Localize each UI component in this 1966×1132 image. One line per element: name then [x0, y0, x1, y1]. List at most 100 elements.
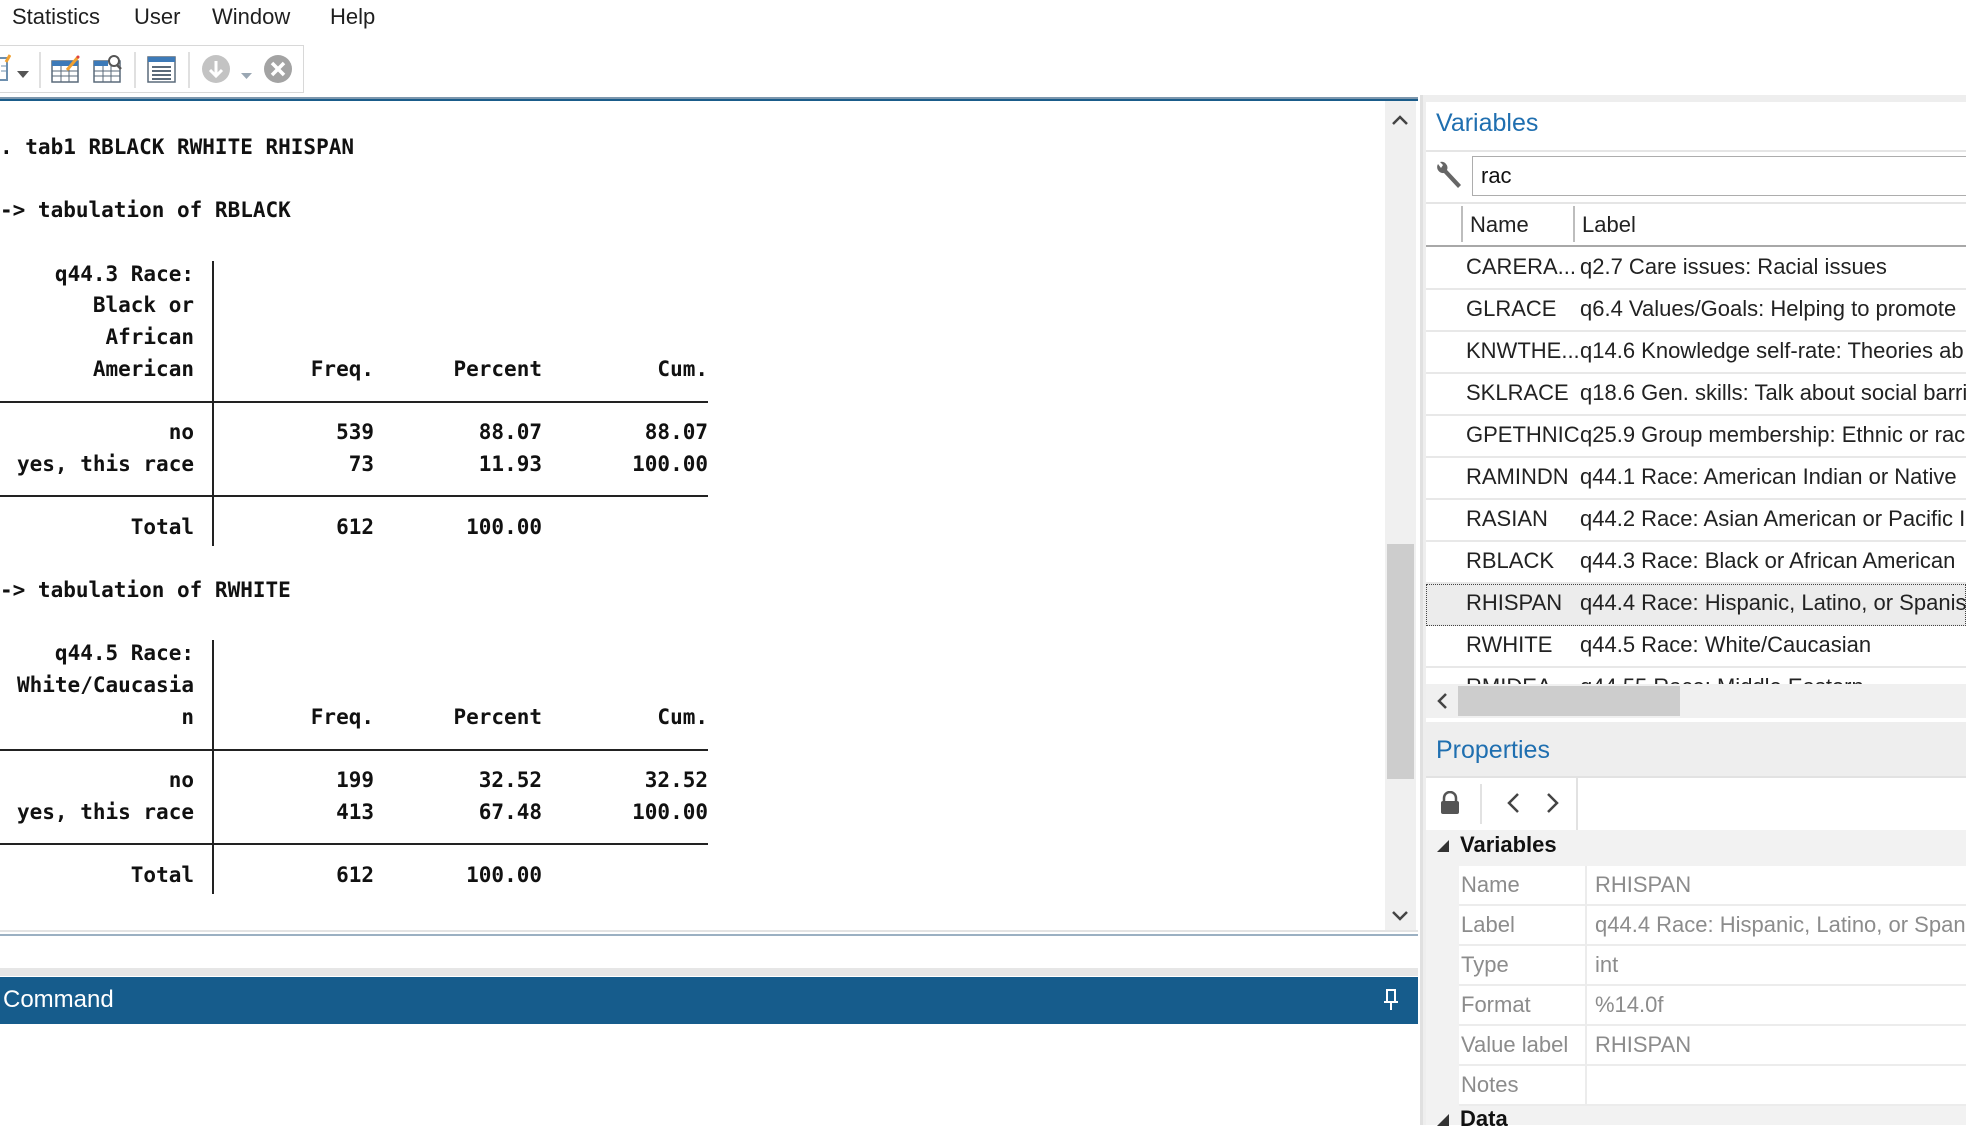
toolbar — [0, 45, 304, 93]
column-header-label[interactable]: Label — [1582, 212, 1636, 238]
table-var-label: White/Caucasia — [16, 673, 194, 697]
data-browser-icon[interactable] — [93, 54, 123, 88]
variables-manager-icon[interactable] — [147, 54, 177, 88]
column-separator[interactable] — [1461, 206, 1463, 242]
table-var-label: Black or — [92, 293, 194, 317]
variable-name: KNWTHE... — [1466, 338, 1580, 363]
command-input[interactable] — [0, 1026, 1422, 1129]
cell-freq: 413 — [336, 800, 374, 824]
property-row[interactable]: Name RHISPAN — [1459, 866, 1966, 906]
menu-user[interactable]: User — [134, 4, 180, 30]
property-row[interactable]: Label q44.4 Race: Hispanic, Latino, or S… — [1459, 906, 1966, 946]
property-row[interactable]: Notes — [1459, 1066, 1966, 1106]
variable-row[interactable]: SKLRACE q18.6 Gen. skills: Talk about so… — [1426, 374, 1966, 416]
wrench-icon[interactable] — [1434, 160, 1464, 196]
property-value: RHISPAN — [1585, 866, 1691, 904]
menu-help[interactable]: Help — [330, 4, 375, 30]
more-icon[interactable] — [201, 54, 231, 88]
column-header-percent: Percent — [453, 705, 542, 729]
variable-row[interactable]: RWHITE q44.5 Race: White/Caucasian — [1426, 626, 1966, 668]
dropdown-arrow-icon[interactable] — [241, 65, 252, 84]
variable-row[interactable]: GLRACE q6.4 Values/Goals: Helping to pro… — [1426, 290, 1966, 332]
menu-statistics[interactable]: Statistics — [12, 4, 100, 30]
variable-name: GLRACE — [1466, 296, 1557, 321]
row-label: yes, this race — [16, 800, 194, 824]
properties-group-variables[interactable]: Variables — [1460, 832, 1557, 858]
property-value: q44.4 Race: Hispanic, Latino, or Spani — [1585, 906, 1966, 944]
results-scrollbar-thumb[interactable] — [1387, 544, 1414, 779]
property-key: Value label — [1461, 1032, 1569, 1057]
results-top-border — [0, 97, 1418, 99]
variable-row[interactable]: KNWTHE... q14.6 Knowledge self-rate: The… — [1426, 332, 1966, 374]
pin-icon[interactable] — [1384, 989, 1398, 1015]
table-rule — [0, 401, 708, 403]
variable-row[interactable]: RMIDEA q44.55 Race: Middle Eastern — [1426, 668, 1966, 684]
column-header-freq: Freq. — [310, 705, 374, 729]
results-bottom-border — [0, 930, 1418, 932]
table-rule — [0, 843, 708, 845]
table-divider — [212, 640, 214, 894]
variable-label: q44.4 Race: Hispanic, Latino, or Spanish — [1580, 590, 1966, 615]
collapse-triangle-icon[interactable] — [1436, 838, 1450, 857]
column-separator[interactable] — [1573, 206, 1575, 242]
cell-cum: 32.52 — [644, 768, 708, 792]
property-value — [1585, 1066, 1595, 1104]
variable-name: GPETHNIC — [1466, 422, 1580, 447]
back-icon[interactable] — [1506, 792, 1520, 818]
property-row[interactable]: Type int — [1459, 946, 1966, 986]
property-key: Label — [1461, 912, 1515, 937]
property-key: Name — [1461, 872, 1520, 897]
break-icon[interactable] — [263, 54, 293, 88]
forward-icon[interactable] — [1546, 792, 1560, 818]
variable-label: q18.6 Gen. skills: Talk about social bar… — [1580, 380, 1966, 405]
variable-row[interactable]: CARERA... q2.7 Care issues: Racial issue… — [1426, 248, 1966, 290]
cell-percent: 32.52 — [478, 768, 542, 792]
data-editor-edit-icon[interactable] — [51, 54, 81, 88]
variable-row[interactable]: GPETHNIC q25.9 Group membership: Ethnic … — [1426, 416, 1966, 458]
property-value: RHISPAN — [1585, 1026, 1691, 1064]
scroll-down-icon[interactable] — [1392, 906, 1408, 925]
column-header-name[interactable]: Name — [1470, 212, 1529, 238]
variable-row[interactable]: RBLACK q44.3 Race: Black or African Amer… — [1426, 542, 1966, 584]
variables-panel-title: Variables — [1436, 109, 1539, 137]
cell-freq: 73 — [348, 452, 374, 476]
menu-window[interactable]: Window — [212, 4, 290, 30]
property-key: Notes — [1461, 1072, 1519, 1097]
table-var-label: q44.5 Race: — [54, 641, 194, 665]
collapse-triangle-icon[interactable] — [1436, 1112, 1450, 1131]
variable-name: RMIDEA — [1466, 674, 1552, 684]
variable-row-selected[interactable]: RHISPAN q44.4 Race: Hispanic, Latino, or… — [1426, 584, 1966, 626]
table-var-label: African — [105, 325, 194, 349]
cell-freq: 539 — [336, 420, 374, 444]
variable-label: q6.4 Values/Goals: Helping to promote — [1580, 296, 1957, 321]
command-window-title: Command — [3, 986, 114, 1013]
properties-group-data[interactable]: Data — [1460, 1106, 1508, 1132]
command-window-header: Command — [0, 977, 1418, 1024]
variable-label: q44.55 Race: Middle Eastern — [1580, 674, 1864, 684]
results-scrollbar[interactable] — [1385, 101, 1416, 931]
property-row[interactable]: Format %14.0f — [1459, 986, 1966, 1026]
variable-name: RWHITE — [1466, 632, 1553, 657]
pane-splitter[interactable] — [0, 968, 1418, 976]
do-file-editor-icon[interactable] — [0, 54, 12, 86]
cell-cum: 88.07 — [644, 420, 708, 444]
lock-icon[interactable] — [1440, 790, 1460, 819]
variable-label: q44.5 Race: White/Caucasian — [1580, 632, 1872, 657]
scroll-left-icon[interactable] — [1436, 692, 1448, 714]
total-label: Total — [130, 863, 194, 887]
total-percent: 100.00 — [466, 863, 542, 887]
table-rule — [0, 749, 708, 751]
dropdown-arrow-icon[interactable] — [17, 64, 29, 83]
variable-label: q44.3 Race: Black or African American — [1580, 548, 1956, 573]
variables-filter-input[interactable] — [1472, 156, 1966, 196]
variables-filter-row — [1426, 150, 1966, 204]
variable-row[interactable]: RASIAN q44.2 Race: Asian American or Pac… — [1426, 500, 1966, 542]
variable-row[interactable]: RAMINDN q44.1 Race: American Indian or N… — [1426, 458, 1966, 500]
total-percent: 100.00 — [466, 515, 542, 539]
property-value: int — [1585, 946, 1618, 984]
variables-hscrollbar-thumb[interactable] — [1458, 686, 1680, 716]
property-row[interactable]: Value label RHISPAN — [1459, 1026, 1966, 1066]
scroll-up-icon[interactable] — [1392, 110, 1408, 129]
toolbar-separator — [134, 52, 136, 88]
menu-bar: Statistics User Window Help — [0, 0, 1966, 40]
